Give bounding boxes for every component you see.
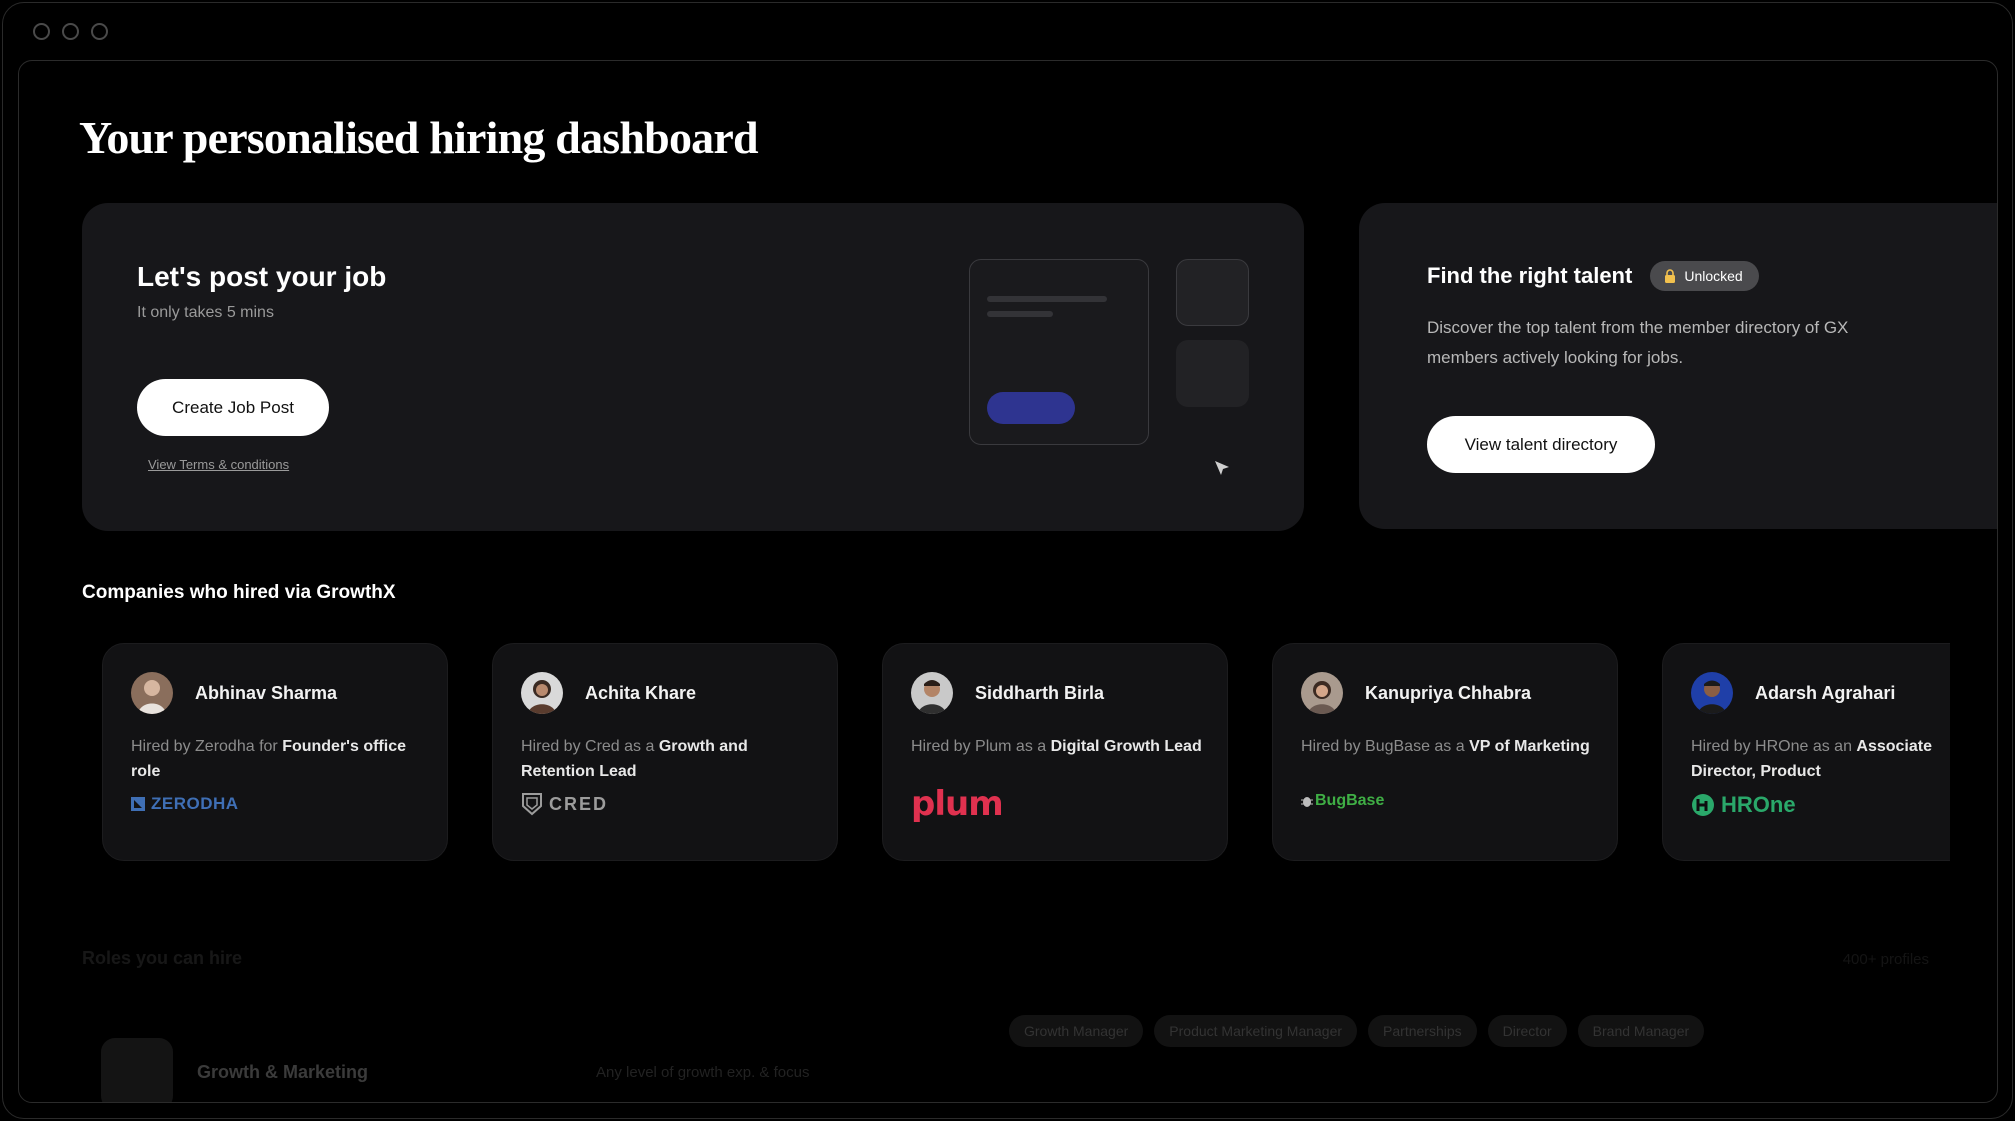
unlocked-badge: Unlocked [1650,261,1759,291]
logo-text: CRED [549,793,609,814]
cursor-icon [1215,461,1229,475]
hire-description: Hired by Plum as a Digital Growth Lead [911,734,1211,759]
role-chip[interactable]: Director [1487,1015,1567,1047]
hire-description: Hired by Cred as a Growth and Retention … [521,734,821,784]
hire-name: Kanupriya Chhabra [1365,683,1532,703]
hire-prefix: Hired by Zerodha for [131,738,283,755]
post-job-title: Let's post your job [137,261,387,292]
hire-role: Digital Growth Lead [1050,738,1202,755]
cred-logo: CRED [521,792,608,816]
role-name[interactable]: Growth & Marketing [197,1062,368,1083]
avatar [521,672,563,714]
hire-card[interactable]: Adarsh Agrahari Hired by HROne as an Ass… [1662,643,1950,861]
hire-card[interactable]: Kanupriya Chhabra Hired by BugBase as a … [1272,643,1618,861]
hire-name: Achita Khare [585,683,697,703]
illustration-button [987,392,1075,424]
badge-label: Unlocked [1684,268,1743,284]
post-job-subtitle: It only takes 5 mins [137,304,274,321]
terms-link[interactable]: View Terms & conditions [148,457,289,472]
hire-description: Hired by Zerodha for Founder's office ro… [131,734,431,784]
role-chip[interactable]: Growth Manager [1009,1015,1144,1047]
window-controls [33,23,108,40]
hire-description: Hired by HROne as an Associate Director,… [1691,734,1950,784]
logo-text: HROne [1721,792,1796,817]
hrone-mark-icon [1692,794,1714,816]
hire-role: VP of Marketing [1469,738,1590,755]
minimize-window-icon[interactable] [62,23,79,40]
illustration-tile [1176,340,1249,407]
role-chip[interactable]: Product Marketing Manager [1154,1015,1358,1047]
illustration-line [987,296,1107,302]
close-window-icon[interactable] [33,23,50,40]
zerodha-logo: ZERODHA [131,794,239,814]
talent-header: Find the right talent Unlocked [1427,261,1759,291]
hire-name: Adarsh Agrahari [1755,683,1896,703]
companies-section-title: Companies who hired via GrowthX [82,582,396,603]
dashboard-viewport: Your personalised hiring dashboard Let's… [18,60,1998,1103]
hire-prefix: Hired by BugBase as a [1301,738,1470,755]
find-talent-card: Find the right talent Unlocked Discover … [1359,203,1997,529]
maximize-window-icon[interactable] [91,23,108,40]
role-chip[interactable]: Brand Manager [1577,1015,1705,1047]
hire-prefix: Hired by Plum as a [911,738,1051,755]
hire-name: Abhinav Sharma [195,683,338,703]
role-subtitle: Any level of growth exp. & focus [596,1064,810,1081]
lock-icon [1665,269,1676,283]
logo-text: plum [911,784,1004,824]
avatar [911,672,953,714]
avatar [1301,672,1343,714]
avatar [1691,672,1733,714]
zerodha-mark-icon [131,797,145,811]
illustration-tile [1176,259,1249,326]
hire-card[interactable]: Achita Khare Hired by Cred as a Growth a… [492,643,838,861]
bugbase-logo: BugBase [1301,792,1384,810]
hire-card[interactable]: Abhinav Sharma Hired by Zerodha for Foun… [102,643,448,861]
talent-title: Find the right talent [1427,263,1633,288]
role-chips: Growth Manager Product Marketing Manager… [1009,1015,1705,1047]
profiles-count: 400+ profiles [1842,951,1929,968]
bug-icon [1301,797,1313,807]
talent-description: Discover the top talent from the member … [1427,318,1849,367]
hire-prefix: Hired by HROne as an [1691,738,1857,755]
hrone-logo: HROne [1691,792,1796,818]
logo-text: ZERODHA [151,794,239,813]
hire-card[interactable]: Siddharth Birla Hired by Plum as a Digit… [882,643,1228,861]
growth-icon [101,1038,173,1102]
hire-prefix: Hired by Cred as a [521,738,659,755]
hire-description: Hired by BugBase as a VP of Marketing [1301,734,1601,759]
view-talent-directory-button[interactable]: View talent directory [1427,416,1655,473]
roles-section-title: Roles you can hire [82,948,243,968]
logo-text: BugBase [1315,792,1385,809]
plum-logo: plum [911,784,1004,824]
hire-name: Siddharth Birla [975,683,1105,703]
create-job-post-button[interactable]: Create Job Post [137,379,329,436]
cred-shield-icon [522,793,542,816]
illustration-line [987,311,1053,317]
post-job-card: Let's post your job It only takes 5 mins… [82,203,1304,531]
avatar [131,672,173,714]
job-form-illustration [969,259,1149,445]
hired-companies-carousel[interactable]: Abhinav Sharma Hired by Zerodha for Foun… [82,643,1950,883]
role-chip[interactable]: Partnerships [1368,1015,1477,1047]
page-title: Your personalised hiring dashboard [79,112,759,163]
